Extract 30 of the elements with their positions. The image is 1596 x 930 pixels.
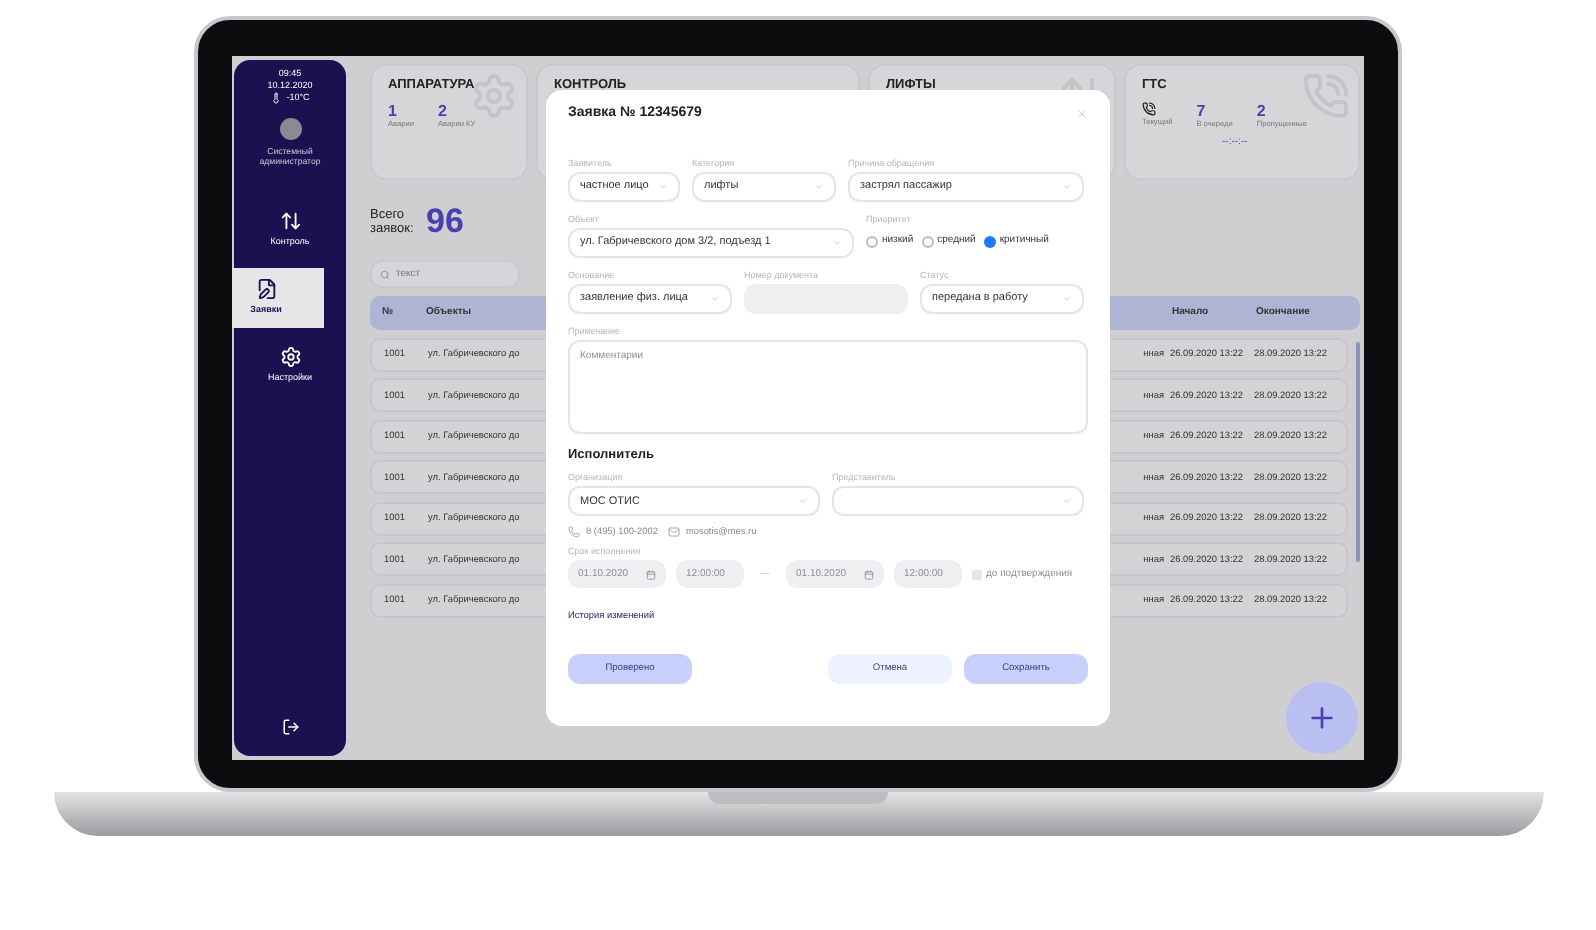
- stat-value: 7: [1196, 101, 1206, 120]
- phone-icon: [1142, 101, 1156, 116]
- chevron-icon: [1062, 293, 1072, 303]
- chevron-icon: [832, 237, 842, 247]
- mail-icon: [667, 525, 680, 538]
- chevron-icon: [1062, 496, 1072, 507]
- calendar-icon: [646, 569, 656, 580]
- nav-icon: [279, 209, 301, 232]
- stat-value: 2: [1256, 101, 1266, 120]
- phone-icon: [568, 525, 580, 538]
- close-icon[interactable]: [1076, 108, 1088, 121]
- calendar-icon: [864, 569, 874, 580]
- nav-icon: [255, 277, 277, 300]
- chevron-icon: [1062, 181, 1072, 191]
- chevron-icon: [814, 181, 824, 191]
- logout-icon[interactable]: [281, 718, 299, 736]
- nav-icon: [279, 345, 301, 368]
- total-count: 96: [426, 200, 464, 245]
- scrollbar[interactable]: [1356, 342, 1360, 562]
- stat-value: 1: [388, 101, 397, 120]
- representative-select[interactable]: [832, 486, 1084, 517]
- search-icon: [380, 269, 390, 279]
- thermometer-icon: [270, 92, 283, 105]
- add-button[interactable]: [1286, 682, 1358, 754]
- stat-value: 2: [437, 101, 447, 120]
- chevron-icon: [798, 496, 808, 507]
- avatar: [279, 117, 301, 140]
- plus-icon: [1306, 702, 1338, 734]
- chevron-icon: [658, 181, 668, 191]
- chevron-icon: [710, 293, 720, 303]
